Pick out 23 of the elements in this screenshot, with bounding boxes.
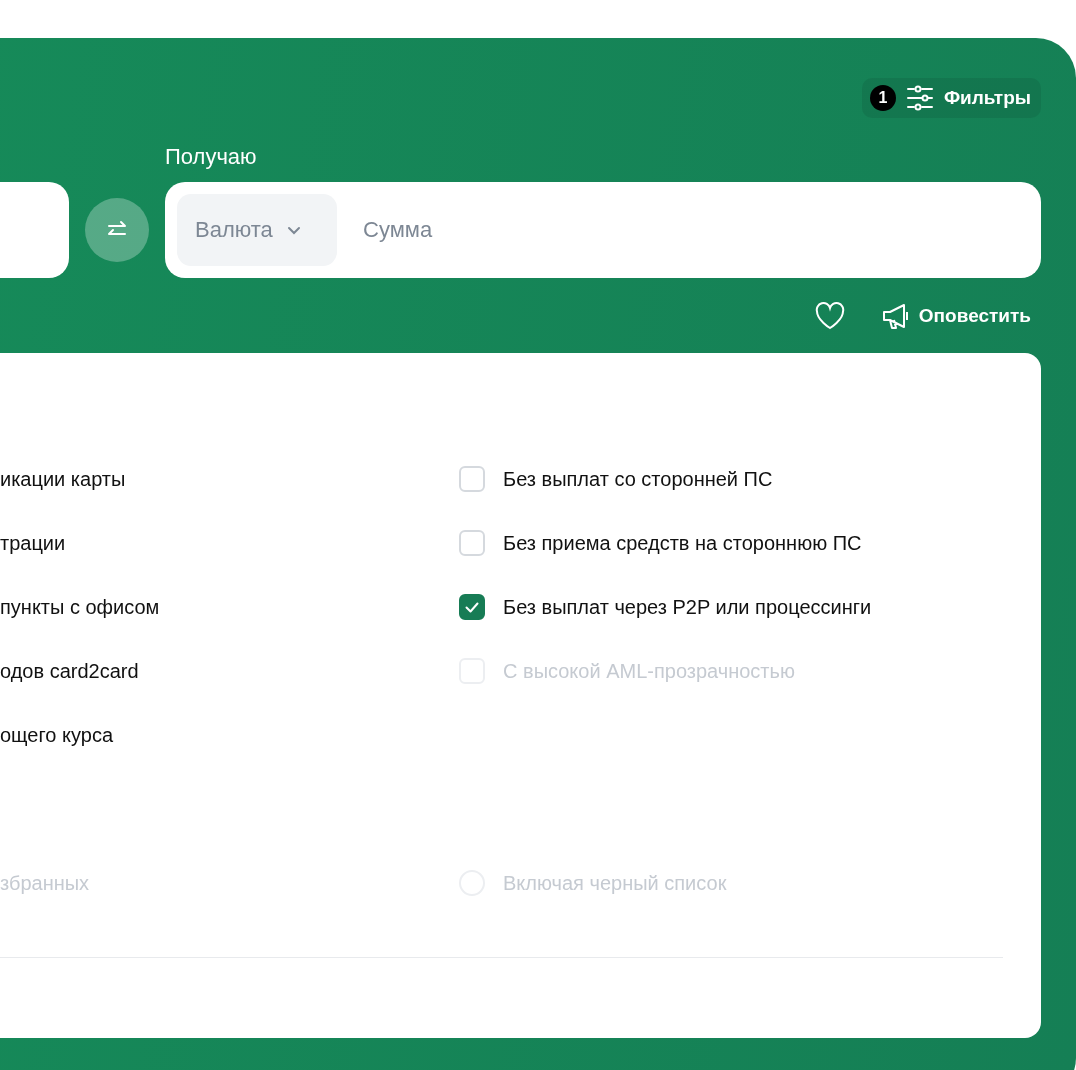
notify-button[interactable]: Оповестить: [880, 301, 1031, 330]
option-label: Без приема средств на стороннюю ПС: [503, 531, 862, 555]
checkbox[interactable]: [459, 594, 485, 620]
filters-button[interactable]: 1 Фильтры: [861, 78, 1041, 118]
option-label: одов card2card: [0, 659, 139, 683]
check-icon: [465, 601, 479, 613]
heart-icon: [814, 301, 845, 330]
receive-label: Получаю: [165, 144, 257, 170]
option-label: Включая черный список: [503, 871, 727, 895]
option-label: пункты с офисом: [0, 595, 160, 619]
favorite-button[interactable]: [814, 301, 845, 330]
option-label: Без выплат через P2P или процессинги: [503, 595, 872, 619]
option-label: ощего курса: [0, 723, 113, 747]
option-label: трации: [0, 531, 66, 555]
count-badge: 1: [869, 85, 896, 111]
option-label: збранных: [0, 871, 90, 895]
megaphone-icon: [880, 301, 911, 330]
sliders-icon: [905, 85, 934, 111]
currency-select[interactable]: Валюта: [177, 194, 337, 266]
option-label: икации карты: [0, 467, 126, 491]
chevron-down-icon: [286, 225, 301, 235]
option-label: С высокой AML-прозрачностью: [503, 659, 795, 683]
option-label: Без выплат со сторонней ПС: [503, 467, 773, 491]
